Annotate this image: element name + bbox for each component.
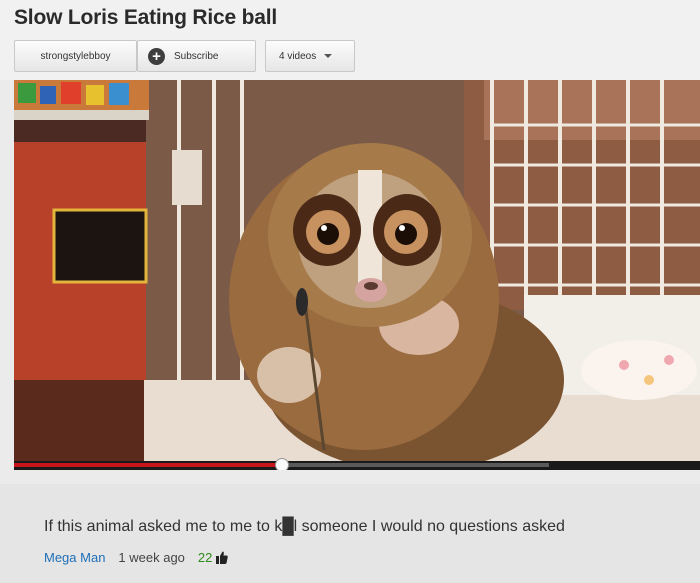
video-frame[interactable]	[14, 80, 700, 462]
channel-button[interactable]: strongstylebboy	[14, 40, 137, 72]
comment-author[interactable]: Mega Man	[44, 550, 105, 565]
subscribe-label: Subscribe	[174, 50, 219, 62]
videos-count: 4 videos	[279, 50, 317, 62]
plus-circle-icon: +	[148, 47, 165, 65]
comment-text: If this animal asked me to me to k█l som…	[44, 518, 565, 535]
comment-likes: 22	[197, 550, 213, 565]
comment-meta: Mega Man 1 week ago 22	[44, 550, 229, 565]
videos-dropdown-button[interactable]: 4 videos	[265, 40, 355, 72]
progress-bar[interactable]	[14, 458, 700, 470]
progress-played	[14, 463, 282, 467]
video-header: Slow Loris Eating Rice ball strongstyleb…	[0, 0, 700, 80]
video-title: Slow Loris Eating Rice ball	[14, 6, 277, 29]
comment-time: 1 week ago	[118, 550, 185, 565]
comment: If this animal asked me to me to k█l som…	[0, 484, 700, 583]
thumbs-up-icon[interactable]	[216, 551, 229, 564]
channel-name: strongstylebboy	[40, 50, 111, 62]
progress-scrubber[interactable]	[274, 458, 289, 470]
chevron-down-icon	[324, 54, 333, 58]
subscribe-button[interactable]: + Subscribe	[137, 40, 256, 72]
video-player[interactable]	[14, 80, 700, 470]
